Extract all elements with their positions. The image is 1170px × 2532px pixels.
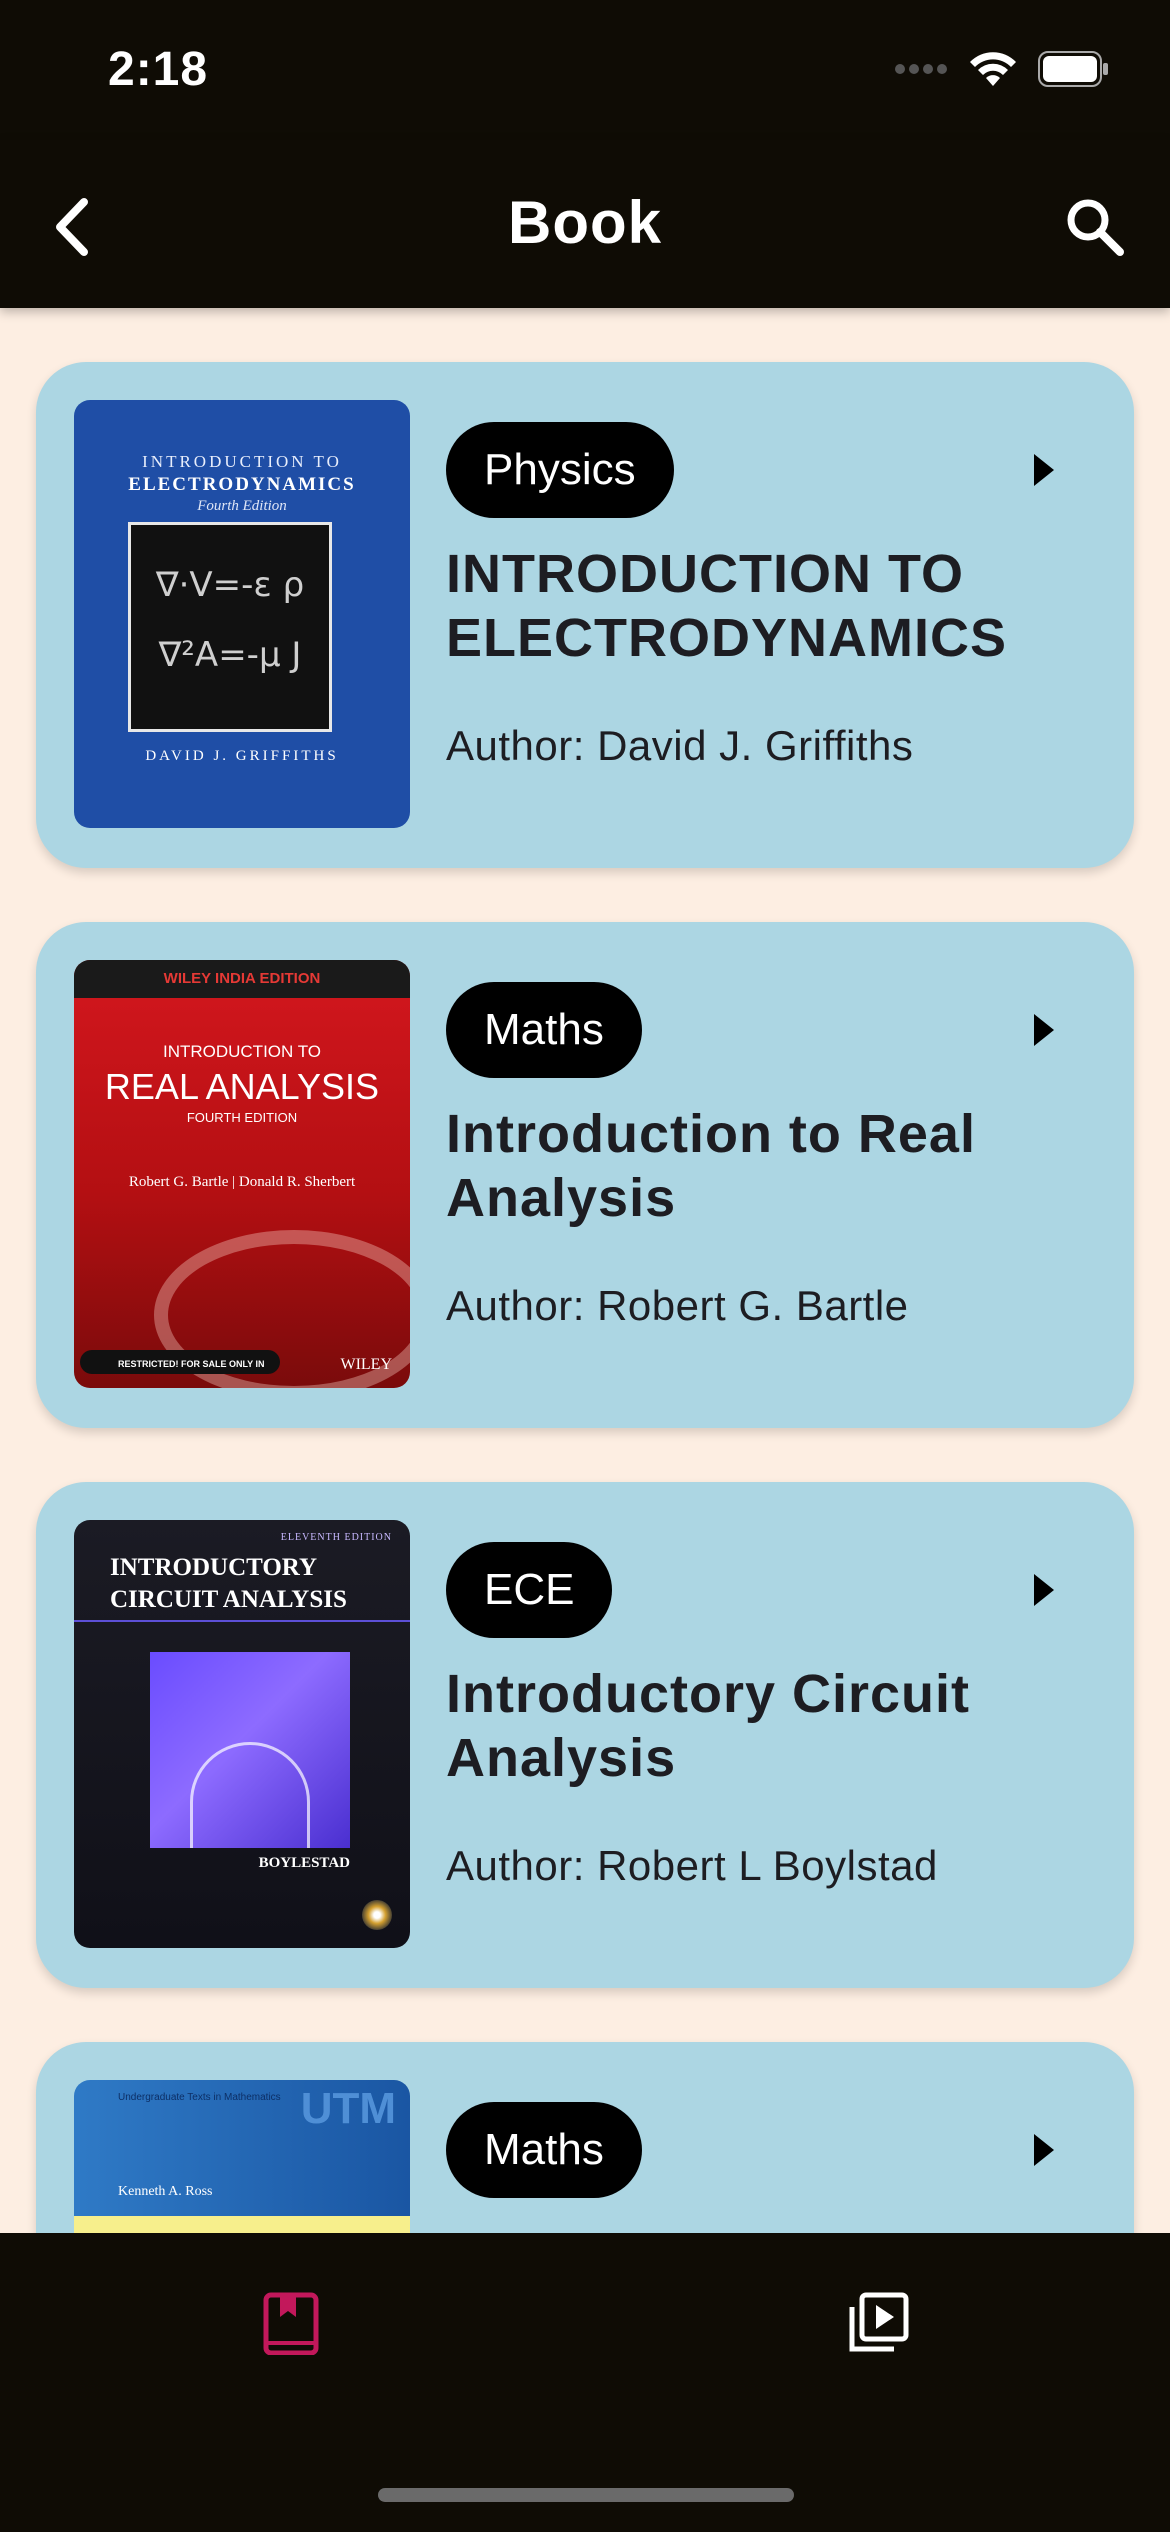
cover-circuit-image bbox=[150, 1652, 350, 1848]
status-icons bbox=[894, 50, 1110, 88]
cover-chalkboard: ∇·V=-ε ρ ∇²A=-μ J bbox=[128, 522, 332, 732]
signal-icon bbox=[895, 64, 947, 74]
cover-text: REAL ANALYSIS bbox=[104, 1066, 380, 1107]
arrow-right-icon[interactable] bbox=[1032, 1572, 1056, 1608]
book-cover-image: WILEY INDIA EDITION INTRODUCTION TO REAL… bbox=[74, 960, 410, 1388]
status-time: 2:18 bbox=[108, 43, 209, 96]
book-title: Introduction to Real Analysis bbox=[446, 1104, 976, 1228]
book-author: Author: Robert G. Bartle bbox=[446, 1282, 909, 1329]
category-chip[interactable]: ECE bbox=[446, 1542, 613, 1638]
cover-text: INTRODUCTORY bbox=[110, 1554, 318, 1581]
cover-text: WILEY bbox=[340, 1356, 392, 1373]
cover-text: WILEY INDIA EDITION bbox=[163, 970, 321, 987]
arrow-right-icon[interactable] bbox=[1032, 1012, 1056, 1048]
app-bar: Book bbox=[0, 140, 1170, 308]
video-library-icon[interactable] bbox=[846, 2291, 910, 2355]
battery-icon bbox=[1038, 51, 1108, 87]
arrow-right-icon[interactable] bbox=[1032, 452, 1056, 488]
cover-text: DAVID J. GRIFFITHS bbox=[145, 748, 339, 764]
arrow-right-icon[interactable] bbox=[1032, 2132, 1056, 2168]
cover-title-band bbox=[74, 2216, 410, 2233]
cover-text: FOURTH EDITION bbox=[186, 1110, 298, 1125]
book-title: Introductory Circuit Analysis bbox=[446, 1664, 971, 1788]
cover-text: INTRODUCTION TO bbox=[162, 1042, 322, 1061]
book-author: Author: Robert L Boylstad bbox=[446, 1842, 938, 1889]
cover-circuit-arc bbox=[190, 1742, 310, 1848]
status-bar: 2:18 bbox=[0, 0, 1170, 140]
cover-text: BOYLESTAD bbox=[258, 1855, 350, 1871]
cover-text: UTM bbox=[300, 2084, 396, 2133]
book-card[interactable]: WILEY INDIA EDITION INTRODUCTION TO REAL… bbox=[36, 922, 1134, 1428]
cover-text: ELEVENTH EDITION bbox=[280, 1532, 392, 1543]
cover-divider bbox=[74, 1620, 410, 1622]
book-cover-image: INTRODUCTION TO ELECTRODYNAMICS Fourth E… bbox=[74, 400, 410, 828]
book-cover-image: ELEVENTH EDITION INTRODUCTORY CIRCUIT AN… bbox=[74, 1520, 410, 1948]
cover-text: Kenneth A. Ross bbox=[118, 2184, 213, 2199]
cover-text: CIRCUIT ANALYSIS bbox=[110, 1586, 347, 1613]
book-card[interactable]: INTRODUCTION TO ELECTRODYNAMICS Fourth E… bbox=[36, 362, 1134, 868]
wifi-icon bbox=[970, 52, 1016, 86]
book-card[interactable]: Undergraduate Texts in Mathematics UTM K… bbox=[36, 2042, 1134, 2233]
category-chip[interactable]: Physics bbox=[446, 422, 674, 518]
book-cover-image: Undergraduate Texts in Mathematics UTM K… bbox=[74, 2080, 410, 2233]
cover-text: Robert G. Bartle | Donald R. Sherbert bbox=[128, 1174, 356, 1190]
cover-text: INTRODUCTION TO bbox=[142, 452, 342, 471]
category-chip[interactable]: Maths bbox=[446, 2102, 642, 2198]
cover-text: ELECTRODYNAMICS bbox=[128, 474, 356, 495]
book-title: INTRODUCTION TO ELECTRODYNAMICS bbox=[446, 544, 1008, 668]
cover-text: ∇·V=-ε ρ bbox=[155, 565, 305, 605]
cover-text: Fourth Edition bbox=[197, 498, 287, 514]
cover-text: ∇²A=-μ J bbox=[158, 635, 302, 675]
book-author: Author: David J. Griffiths bbox=[446, 722, 914, 769]
book-icon[interactable] bbox=[260, 2291, 324, 2355]
cover-text: RESTRICTED! FOR SALE ONLY IN bbox=[118, 1359, 265, 1369]
book-card[interactable]: ELEVENTH EDITION INTRODUCTORY CIRCUIT AN… bbox=[36, 1482, 1134, 1988]
search-icon[interactable] bbox=[1060, 192, 1130, 262]
cd-icon bbox=[362, 1900, 392, 1930]
page-title: Book bbox=[508, 189, 662, 256]
cover-text: Undergraduate Texts in Mathematics bbox=[118, 2092, 281, 2103]
category-chip[interactable]: Maths bbox=[446, 982, 642, 1078]
book-list[interactable]: INTRODUCTION TO ELECTRODYNAMICS Fourth E… bbox=[0, 308, 1170, 2233]
home-indicator[interactable] bbox=[378, 2488, 794, 2502]
